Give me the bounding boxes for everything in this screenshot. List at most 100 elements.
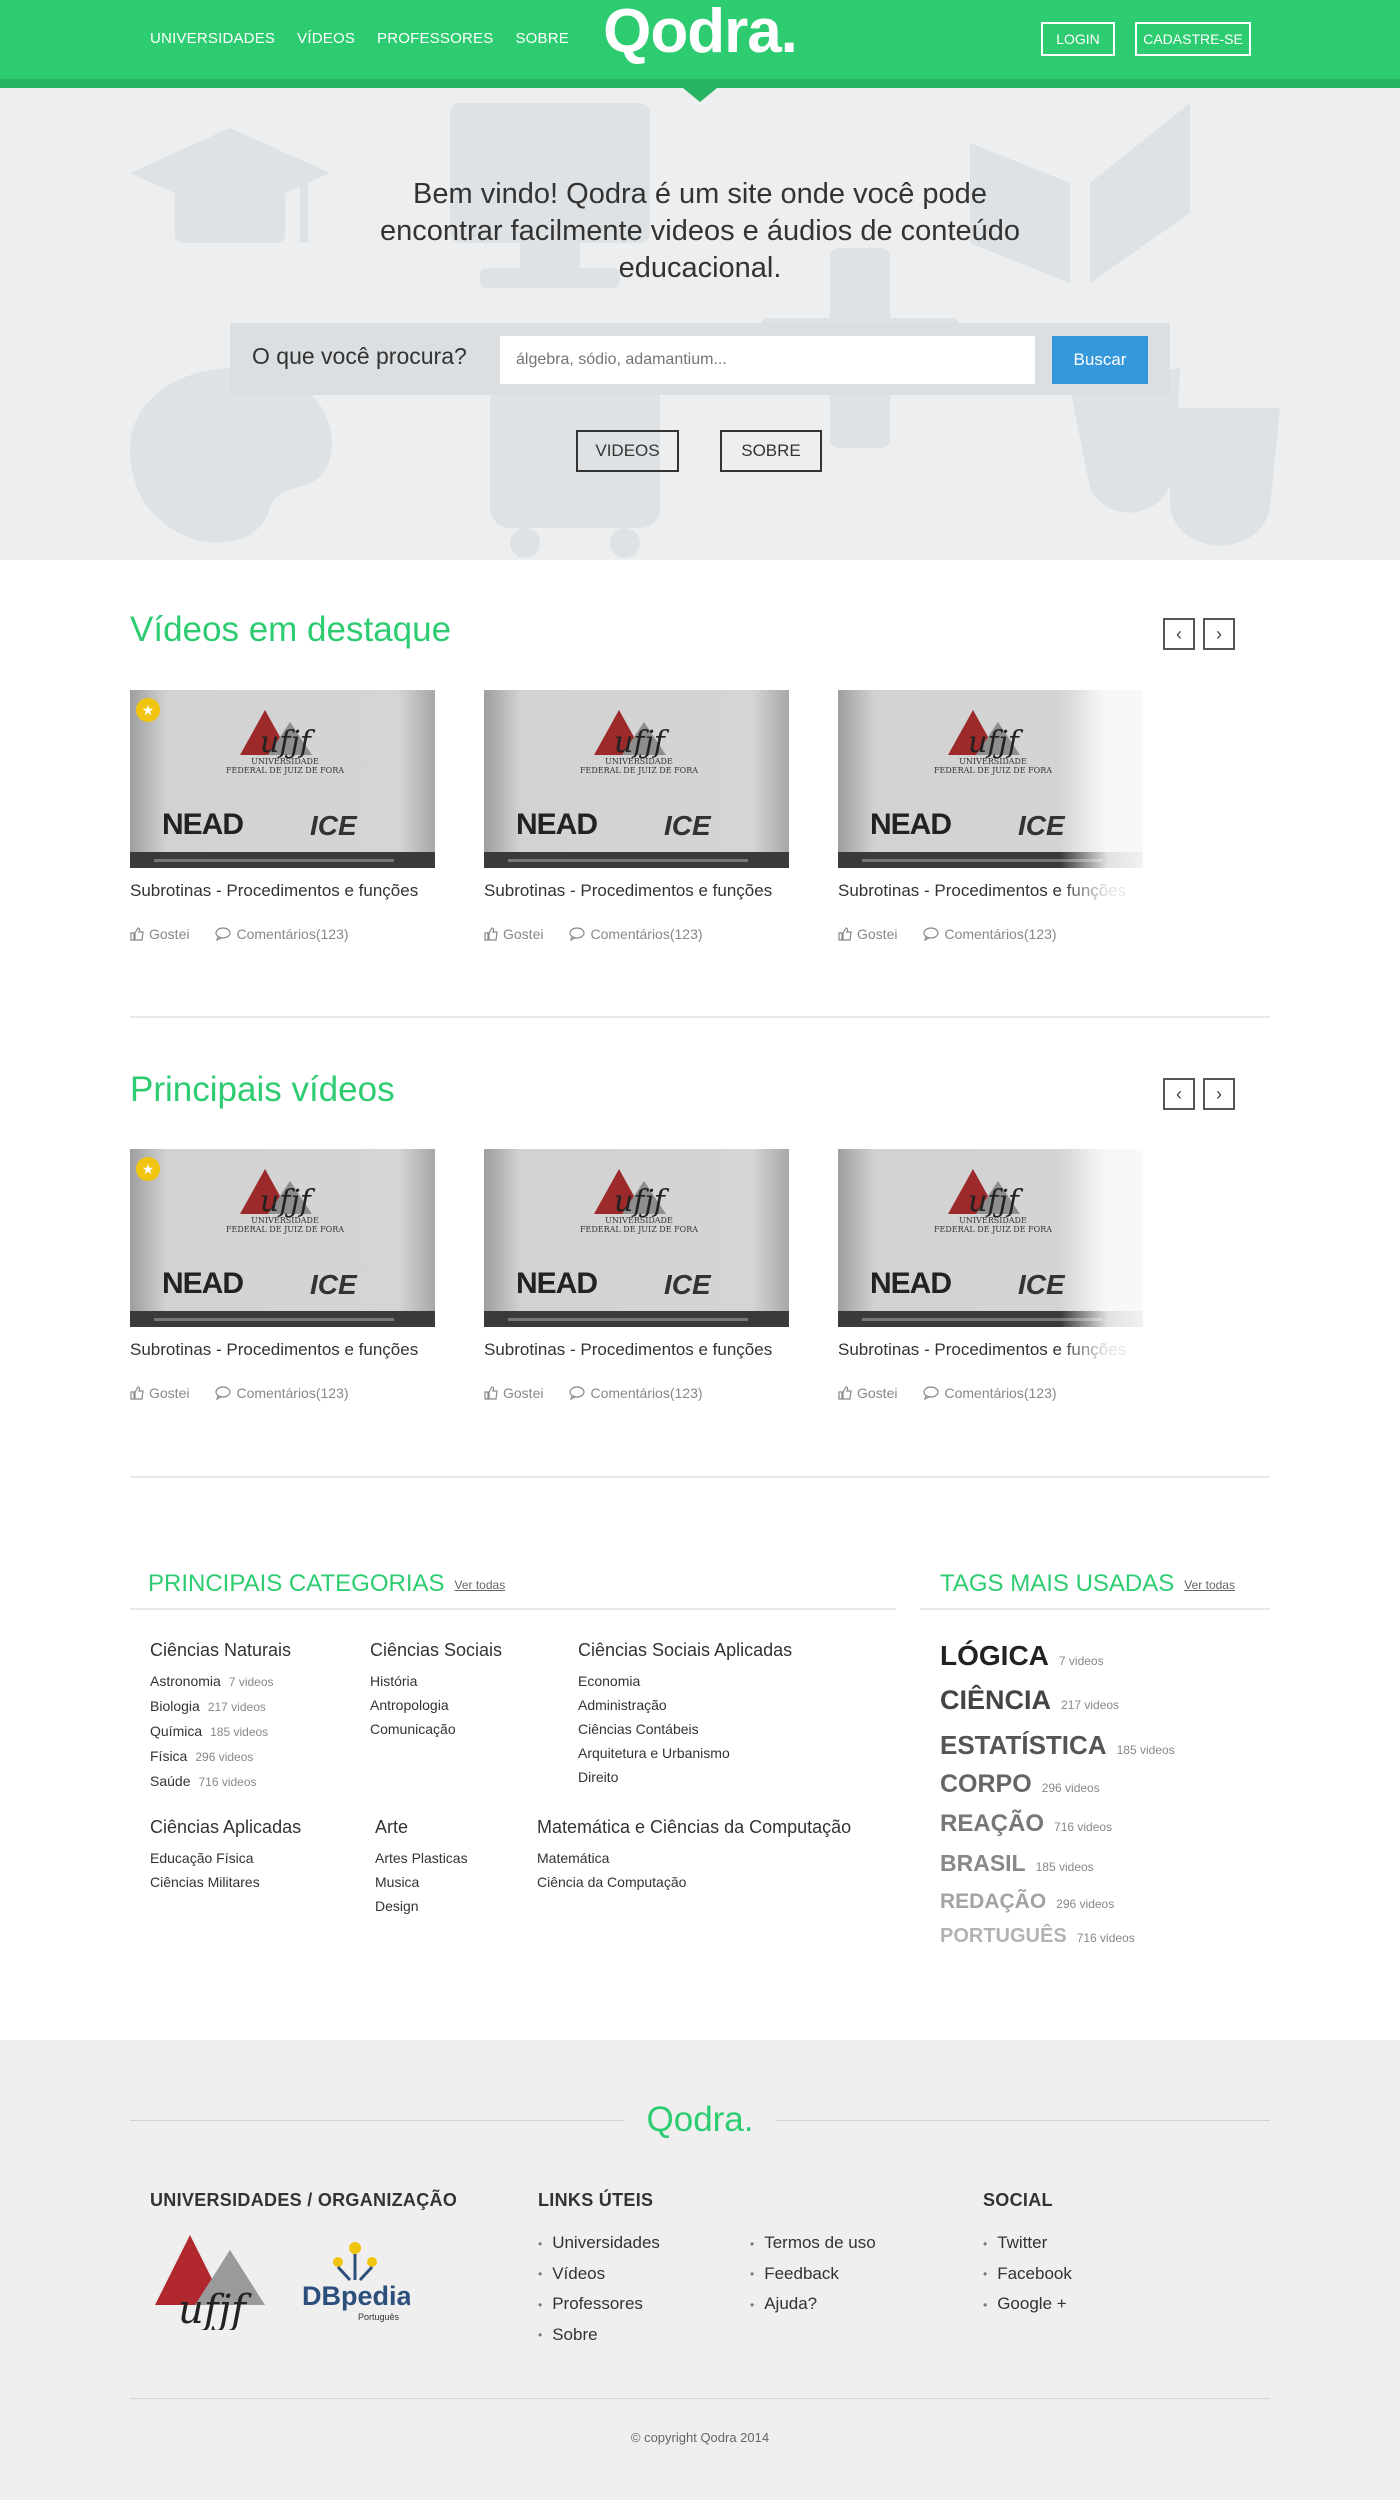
tag-item[interactable]: BRASIL 185 videos bbox=[940, 1850, 1094, 1877]
category-item[interactable]: Economia bbox=[578, 1669, 792, 1693]
video-title[interactable]: Subrotinas - Procedimentos e funções bbox=[484, 1339, 774, 1361]
footer-link-professores[interactable]: Professores bbox=[538, 2289, 660, 2320]
category-group-title[interactable]: Ciências Aplicadas bbox=[150, 1817, 301, 1838]
category-item[interactable]: Musica bbox=[375, 1870, 468, 1894]
svg-text:UNIVERSIDADE: UNIVERSIDADE bbox=[605, 757, 673, 766]
main-next-button[interactable]: › bbox=[1203, 1078, 1235, 1110]
facebook-link[interactable]: Facebook bbox=[983, 2259, 1072, 2290]
category-item[interactable]: Artes Plasticas bbox=[375, 1846, 468, 1870]
signup-button[interactable]: CADASTRE-SE bbox=[1135, 22, 1251, 56]
video-title[interactable]: Subrotinas - Procedimentos e funções bbox=[130, 1339, 420, 1361]
categories-see-all-link[interactable]: Ver todas bbox=[455, 1578, 506, 1592]
categories-title: PRINCIPAIS CATEGORIAS bbox=[148, 1570, 445, 1597]
footer-link-ajuda[interactable]: Ajuda? bbox=[750, 2289, 876, 2320]
tag-count: 185 videos bbox=[1116, 1743, 1175, 1757]
tag-item[interactable]: REAÇÃO 716 videos bbox=[940, 1810, 1112, 1838]
category-group-title[interactable]: Ciências Sociais Aplicadas bbox=[578, 1640, 792, 1661]
ice-logo: ICE bbox=[1018, 810, 1065, 841]
tag-count: 296 videos bbox=[1041, 1781, 1100, 1795]
login-button[interactable]: LOGIN bbox=[1041, 22, 1115, 56]
category-group-title[interactable]: Arte bbox=[375, 1817, 468, 1838]
video-title[interactable]: Subrotinas - Procedimentos e funções bbox=[484, 880, 774, 902]
footer-link-termos[interactable]: Termos de uso bbox=[750, 2228, 876, 2259]
category-item[interactable]: Direito bbox=[578, 1765, 792, 1789]
sobre-button[interactable]: SOBRE bbox=[720, 430, 822, 472]
search-input[interactable] bbox=[500, 336, 1035, 384]
featured-prev-button[interactable]: ‹ bbox=[1163, 618, 1195, 650]
main-prev-button[interactable]: ‹ bbox=[1163, 1078, 1195, 1110]
comments-link[interactable]: Comentários(123) bbox=[215, 926, 349, 942]
like-button[interactable]: Gostei bbox=[484, 926, 543, 942]
like-button[interactable]: Gostei bbox=[838, 926, 897, 942]
category-count: 296 videos bbox=[195, 1750, 254, 1764]
video-card[interactable]: ufjfUNIVERSIDADEFEDERAL DE JUIZ DE FORA N… bbox=[130, 1149, 435, 1401]
footer-link-feedback[interactable]: Feedback bbox=[750, 2259, 876, 2290]
like-button[interactable]: Gostei bbox=[130, 1385, 189, 1401]
tag-item[interactable]: LÓGICA 7 videos bbox=[940, 1640, 1104, 1672]
featured-next-button[interactable]: › bbox=[1203, 618, 1235, 650]
comments-link[interactable]: Comentários(123) bbox=[569, 926, 703, 942]
video-thumbnail[interactable]: ufjfUNIVERSIDADEFEDERAL DE JUIZ DE FORA N… bbox=[130, 690, 435, 868]
tag-item[interactable]: ESTATÍSTICA 185 videos bbox=[940, 1730, 1175, 1761]
dbpedia-logo[interactable]: DBpedia Português bbox=[300, 2240, 413, 2330]
header-notch bbox=[683, 88, 717, 102]
footer-link-sobre[interactable]: Sobre bbox=[538, 2320, 660, 2351]
video-card[interactable]: ufjfUNIVERSIDADEFEDERAL DE JUIZ DE FORA N… bbox=[130, 690, 435, 942]
like-button[interactable]: Gostei bbox=[838, 1385, 897, 1401]
category-item[interactable]: Física 296 videos bbox=[150, 1744, 291, 1769]
video-card[interactable]: ufjfUNIVERSIDADEFEDERAL DE JUIZ DE FORA N… bbox=[484, 1149, 789, 1401]
category-item[interactable]: Ciências Contábeis bbox=[578, 1717, 792, 1741]
tag-item[interactable]: PORTUGUÊS 716 videos bbox=[940, 1925, 1135, 1948]
category-item[interactable]: Educação Física bbox=[150, 1846, 301, 1870]
footer-link-universidades[interactable]: Universidades bbox=[538, 2228, 660, 2259]
category-item[interactable]: Biologia 217 videos bbox=[150, 1694, 291, 1719]
comments-link[interactable]: Comentários(123) bbox=[923, 1385, 1057, 1401]
video-thumbnail[interactable]: ufjfUNIVERSIDADEFEDERAL DE JUIZ DE FORA N… bbox=[484, 690, 789, 868]
category-item[interactable]: Saúde 716 videos bbox=[150, 1769, 291, 1794]
twitter-link[interactable]: Twitter bbox=[983, 2228, 1072, 2259]
footer: Qodra. UNIVERSIDADES / ORGANIZAÇÃO ufjf … bbox=[0, 2040, 1400, 2500]
tag-item[interactable]: REDAÇÃO 296 videos bbox=[940, 1890, 1114, 1914]
like-button[interactable]: Gostei bbox=[484, 1385, 543, 1401]
category-item[interactable]: Ciências Militares bbox=[150, 1870, 301, 1894]
tag-item[interactable]: CORPO 296 videos bbox=[940, 1770, 1100, 1799]
category-item[interactable]: Química 185 videos bbox=[150, 1719, 291, 1744]
video-thumbnail[interactable]: ufjfUNIVERSIDADEFEDERAL DE JUIZ DE FORA N… bbox=[484, 1149, 789, 1327]
player-progress[interactable] bbox=[154, 859, 394, 862]
category-item[interactable]: Astronomia 7 videos bbox=[150, 1669, 291, 1694]
videos-button[interactable]: VIDEOS bbox=[576, 430, 679, 472]
copyright-text: © copyright Qodra 2014 bbox=[630, 2430, 770, 2445]
category-group-title[interactable]: Ciências Naturais bbox=[150, 1640, 291, 1661]
like-button[interactable]: Gostei bbox=[130, 926, 189, 942]
ice-logo: ICE bbox=[664, 810, 711, 841]
category-item[interactable]: Ciência da Computação bbox=[537, 1870, 851, 1894]
category-item[interactable]: Design bbox=[375, 1894, 468, 1918]
category-item[interactable]: Matemática bbox=[537, 1846, 851, 1870]
video-title[interactable]: Subrotinas - Procedimentos e funções bbox=[130, 880, 420, 902]
comments-link[interactable]: Comentários(123) bbox=[569, 1385, 703, 1401]
category-item[interactable]: Administração bbox=[578, 1693, 792, 1717]
hero-section: Bem vindo! Qodra é um site onde você pod… bbox=[0, 88, 1400, 560]
player-progress[interactable] bbox=[508, 1318, 748, 1321]
category-item[interactable]: Comunicação bbox=[370, 1717, 502, 1741]
comments-link[interactable]: Comentários(123) bbox=[923, 926, 1057, 942]
comments-link[interactable]: Comentários(123) bbox=[215, 1385, 349, 1401]
graduation-cap-icon bbox=[130, 128, 330, 243]
player-progress[interactable] bbox=[508, 859, 748, 862]
search-button[interactable]: Buscar bbox=[1052, 336, 1148, 384]
footer-link-videos[interactable]: Vídeos bbox=[538, 2259, 660, 2290]
tag-item[interactable]: CIÊNCIA 217 videos bbox=[940, 1685, 1119, 1716]
category-item[interactable]: História bbox=[370, 1669, 502, 1693]
category-group-title[interactable]: Ciências Sociais bbox=[370, 1640, 502, 1661]
player-progress[interactable] bbox=[154, 1318, 394, 1321]
category-item[interactable]: Antropologia bbox=[370, 1693, 502, 1717]
ufjf-logo[interactable]: ufjf bbox=[150, 2235, 280, 2335]
svg-text:UNIVERSIDADE: UNIVERSIDADE bbox=[251, 757, 319, 766]
video-card[interactable]: ufjfUNIVERSIDADEFEDERAL DE JUIZ DE FORA N… bbox=[484, 690, 789, 942]
category-group-title[interactable]: Matemática e Ciências da Computação bbox=[537, 1817, 851, 1838]
tags-see-all-link[interactable]: Ver todas bbox=[1184, 1578, 1235, 1592]
google-plus-link[interactable]: Google + bbox=[983, 2289, 1072, 2320]
category-item[interactable]: Arquitetura e Urbanismo bbox=[578, 1741, 792, 1765]
section-divider bbox=[130, 1476, 1270, 1478]
video-thumbnail[interactable]: ufjfUNIVERSIDADEFEDERAL DE JUIZ DE FORA N… bbox=[130, 1149, 435, 1327]
